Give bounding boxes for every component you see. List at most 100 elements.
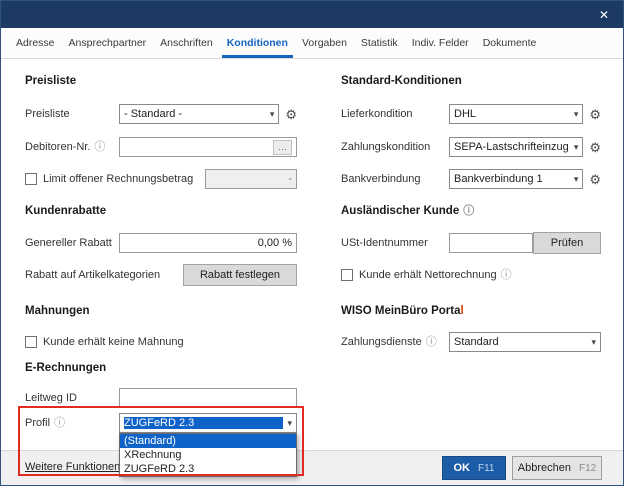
limit-checkbox[interactable]	[25, 173, 37, 185]
pruefen-button[interactable]: Prüfen	[533, 232, 601, 254]
info-icon[interactable]: ⓘ	[426, 337, 437, 348]
portal-header-accent: l	[460, 305, 463, 317]
tab-anschriften[interactable]: Anschriften	[153, 28, 220, 58]
section-preisliste: Preisliste	[25, 75, 76, 87]
debitoren-label-text: Debitoren-Nr.	[25, 141, 90, 153]
preisliste-select[interactable]: - Standard - ▾	[119, 104, 279, 124]
chevron-down-icon: ▾	[591, 337, 596, 348]
section-standard-konditionen: Standard-Konditionen	[341, 75, 462, 87]
profil-option-standard[interactable]: (Standard)	[120, 434, 296, 448]
mahnung-checkbox[interactable]	[25, 336, 37, 348]
zahlungskondition-select[interactable]: SEPA-Lastschrifteinzug ▾	[449, 137, 583, 157]
section-wiso-portal: WISO MeinBüro Portal	[341, 305, 464, 317]
tab-indiv-felder[interactable]: Indiv. Felder	[405, 28, 476, 58]
close-button[interactable]: ✕	[585, 1, 623, 28]
section-auslaendischer-kunde: Ausländischer Kunde ⓘ	[341, 205, 474, 217]
chevron-down-icon: ▾	[270, 109, 275, 120]
titlebar: ✕	[1, 1, 623, 28]
row-mahnung: Kunde erhält keine Mahnung	[25, 331, 297, 353]
mahnung-checkbox-label: Kunde erhält keine Mahnung	[43, 336, 184, 348]
section-erechnungen: E-Rechnungen	[25, 362, 106, 374]
zahlungskondition-label: Zahlungskondition	[341, 141, 449, 153]
profil-dropdown-list: (Standard) XRechnung ZUGFeRD 2.3	[119, 433, 297, 477]
tab-bar: Adresse Ansprechpartner Anschriften Kond…	[1, 28, 623, 59]
profil-label: Profil ⓘ	[25, 417, 119, 429]
leitweg-label: Leitweg ID	[25, 392, 119, 404]
profil-option-xrechnung[interactable]: XRechnung	[120, 448, 296, 462]
bankverbindung-select[interactable]: Bankverbindung 1 ▾	[449, 169, 583, 189]
auslaendisch-header-text: Ausländischer Kunde	[341, 205, 459, 217]
chevron-down-icon: ▾	[574, 142, 579, 153]
row-debitoren: Debitoren-Nr. ⓘ …	[25, 136, 297, 158]
genereller-rabatt-label: Genereller Rabatt	[25, 237, 119, 249]
section-kundenrabatte: Kundenrabatte	[25, 205, 106, 217]
zahlungsdienste-label-text: Zahlungsdienste	[341, 336, 422, 348]
info-icon[interactable]: ⓘ	[463, 206, 474, 217]
cancel-shortcut: F12	[579, 463, 596, 474]
row-bankverbindung: Bankverbindung Bankverbindung 1 ▾ ⚙	[341, 168, 601, 190]
zahlungsdienste-select[interactable]: Standard ▾	[449, 332, 601, 352]
limit-checkbox-label: Limit offener Rechnungsbetrag	[43, 173, 205, 185]
tab-ansprechpartner[interactable]: Ansprechpartner	[62, 28, 154, 58]
gear-icon[interactable]: ⚙	[589, 108, 601, 121]
info-icon[interactable]: ⓘ	[501, 270, 512, 281]
row-preisliste: Preisliste - Standard - ▾ ⚙	[25, 103, 297, 125]
tab-vorgaben[interactable]: Vorgaben	[295, 28, 354, 58]
genereller-rabatt-input[interactable]: 0,00 %	[119, 233, 297, 253]
row-genereller-rabatt: Genereller Rabatt 0,00 %	[25, 232, 297, 254]
tab-statistik[interactable]: Statistik	[354, 28, 405, 58]
row-nettorechnung: Kunde erhält Nettorechnung ⓘ	[341, 264, 601, 286]
rabatt-festlegen-button[interactable]: Rabatt festlegen	[183, 264, 297, 286]
debitoren-input[interactable]: …	[119, 137, 297, 157]
row-limit: Limit offener Rechnungsbetrag -	[25, 168, 297, 190]
ellipsis-button[interactable]: …	[273, 140, 292, 155]
row-zahlungskondition: Zahlungskondition SEPA-Lastschrifteinzug…	[341, 136, 601, 158]
genereller-rabatt-value: 0,00 %	[258, 237, 292, 249]
weitere-funktionen-button[interactable]: Weitere Funktionen	[25, 461, 120, 473]
preisliste-value: - Standard -	[124, 108, 266, 120]
limit-amount-input: -	[205, 169, 297, 189]
portal-header-text: WISO MeinBüro Porta	[341, 305, 460, 317]
info-icon[interactable]: ⓘ	[54, 418, 65, 429]
zahlungsdienste-label: Zahlungsdienste ⓘ	[341, 336, 449, 348]
section-mahnungen: Mahnungen	[25, 305, 90, 317]
leitweg-input[interactable]	[119, 388, 297, 408]
tab-dokumente[interactable]: Dokumente	[476, 28, 544, 58]
gear-icon[interactable]: ⚙	[589, 173, 601, 186]
nettorechnung-checkbox-label: Kunde erhält Nettorechnung	[359, 269, 497, 281]
profil-option-zugferd[interactable]: ZUGFeRD 2.3	[120, 462, 296, 476]
row-leitweg: Leitweg ID	[25, 387, 297, 409]
limit-amount-value: -	[288, 173, 292, 185]
preisliste-label: Preisliste	[25, 108, 119, 120]
chevron-down-icon: ▾	[574, 109, 579, 120]
row-rabatt-kategorien: Rabatt auf Artikelkategorien Rabatt fest…	[25, 264, 297, 286]
zahlungskondition-value: SEPA-Lastschrifteinzug	[454, 141, 570, 153]
ok-label: OK	[454, 462, 471, 474]
profil-select[interactable]: ZUGFeRD 2.3 ▾	[119, 413, 297, 433]
tab-adresse[interactable]: Adresse	[9, 28, 62, 58]
lieferkondition-label: Lieferkondition	[341, 108, 449, 120]
profil-label-text: Profil	[25, 417, 50, 429]
bankverbindung-value: Bankverbindung 1	[454, 173, 570, 185]
debitoren-label: Debitoren-Nr. ⓘ	[25, 141, 119, 153]
info-icon[interactable]: ⓘ	[94, 142, 105, 153]
tab-konditionen[interactable]: Konditionen	[220, 28, 295, 58]
row-zahlungsdienste: Zahlungsdienste ⓘ Standard ▾	[341, 331, 601, 353]
chevron-down-icon: ▾	[287, 418, 292, 429]
ok-shortcut: F11	[478, 463, 495, 474]
row-ust: USt-Identnummer Prüfen	[341, 232, 601, 254]
ok-button[interactable]: OK F11	[442, 456, 506, 480]
cancel-button[interactable]: Abbrechen F12	[512, 456, 602, 480]
row-lieferkondition: Lieferkondition DHL ▾ ⚙	[341, 103, 601, 125]
zahlungsdienste-value: Standard	[454, 336, 587, 348]
close-icon: ✕	[599, 8, 609, 22]
chevron-down-icon: ▾	[574, 174, 579, 185]
gear-icon[interactable]: ⚙	[285, 108, 297, 121]
nettorechnung-checkbox[interactable]	[341, 269, 353, 281]
profil-value: ZUGFeRD 2.3	[124, 417, 283, 429]
customer-conditions-dialog: ✕ Adresse Ansprechpartner Anschriften Ko…	[0, 0, 624, 486]
ust-input[interactable]	[449, 233, 533, 253]
gear-icon[interactable]: ⚙	[589, 141, 601, 154]
ust-label: USt-Identnummer	[341, 237, 449, 249]
lieferkondition-select[interactable]: DHL ▾	[449, 104, 583, 124]
